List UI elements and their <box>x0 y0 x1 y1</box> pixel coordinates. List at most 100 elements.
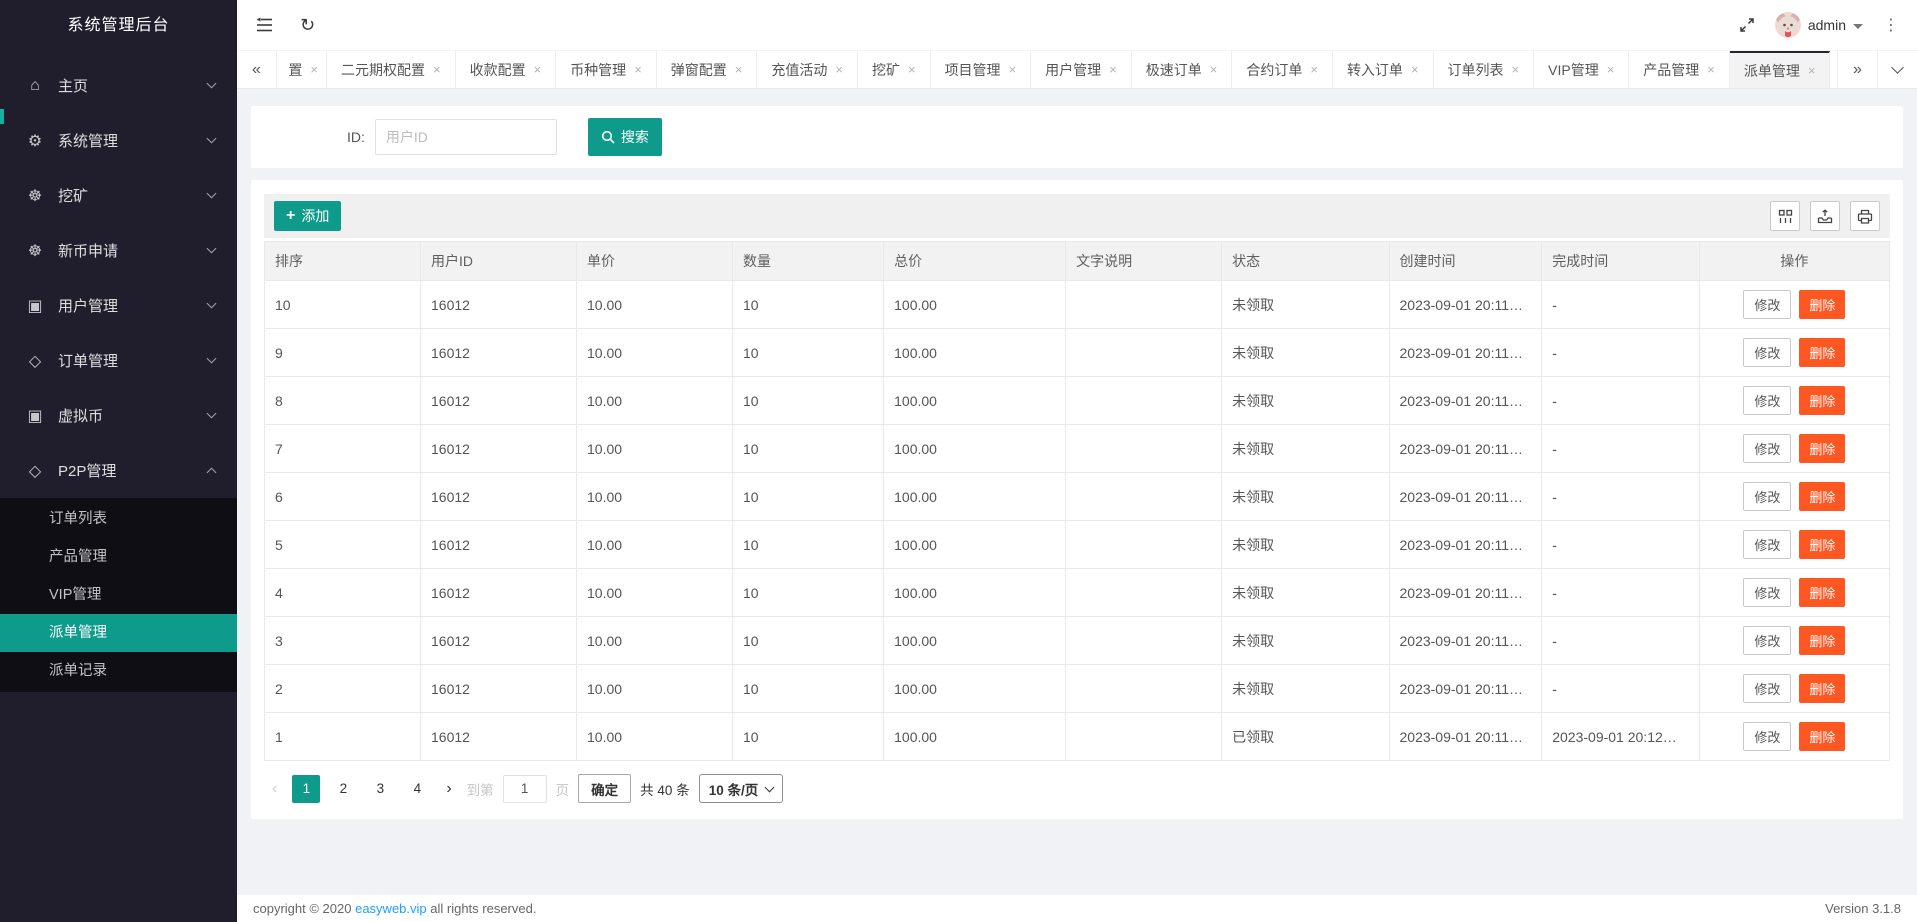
page-next-icon[interactable]: › <box>440 780 457 798</box>
close-tab-icon[interactable]: × <box>1210 62 1218 77</box>
sidebar-item-P2P管理[interactable]: ◇P2P管理 <box>0 443 237 498</box>
sidebar-item-挖矿[interactable]: ☸挖矿 <box>0 168 237 223</box>
collapse-sidebar-icon[interactable] <box>255 17 274 33</box>
submenu-item-VIP管理[interactable]: VIP管理 <box>0 576 237 614</box>
edit-button[interactable]: 修改 <box>1743 722 1791 751</box>
goto-page-input[interactable] <box>503 775 547 803</box>
tab-收款配置[interactable]: 收款配置× <box>456 51 557 88</box>
sidebar-item-新币申请[interactable]: ☸新币申请 <box>0 223 237 278</box>
print-icon[interactable] <box>1850 201 1880 231</box>
cell <box>1066 425 1222 473</box>
edit-button[interactable]: 修改 <box>1743 386 1791 415</box>
tab-弹窗配置[interactable]: 弹窗配置× <box>657 51 758 88</box>
tab-币种管理[interactable]: 币种管理× <box>556 51 657 88</box>
cell: 16012 <box>421 425 577 473</box>
page-number-2[interactable]: 2 <box>329 775 357 803</box>
export-icon[interactable] <box>1810 201 1840 231</box>
cell: 6 <box>265 473 421 521</box>
add-button[interactable]: + 添加 <box>274 201 341 231</box>
sidebar-item-用户管理[interactable]: ▣用户管理 <box>0 278 237 333</box>
edit-button[interactable]: 修改 <box>1743 338 1791 367</box>
close-tab-icon[interactable]: × <box>310 62 318 77</box>
delete-button[interactable]: 删除 <box>1799 290 1845 319</box>
search-button[interactable]: 搜索 <box>588 118 662 156</box>
edit-button[interactable]: 修改 <box>1743 578 1791 607</box>
close-tab-icon[interactable]: × <box>1607 62 1615 77</box>
tab-合约订单[interactable]: 合约订单× <box>1232 51 1333 88</box>
delete-button[interactable]: 删除 <box>1799 722 1845 751</box>
close-tab-icon[interactable]: × <box>1808 63 1816 78</box>
cell: 未领取 <box>1222 473 1389 521</box>
sidebar-item-系统管理[interactable]: ⚙系统管理 <box>0 113 237 168</box>
close-tab-icon[interactable]: × <box>634 62 642 77</box>
page-number-1[interactable]: 1 <box>292 775 320 803</box>
topbar: ↻ admin <box>237 0 1917 50</box>
close-tab-icon[interactable]: × <box>735 62 743 77</box>
per-page-select[interactable]: 10 条/页 <box>699 774 784 803</box>
tab-产品管理[interactable]: 产品管理× <box>1629 51 1730 88</box>
tab-置[interactable]: 置× <box>277 51 327 88</box>
page-number-4[interactable]: 4 <box>403 775 431 803</box>
close-tab-icon[interactable]: × <box>1310 62 1318 77</box>
delete-button[interactable]: 删除 <box>1799 674 1845 703</box>
cell: 100.00 <box>884 377 1066 425</box>
cell: 100.00 <box>884 617 1066 665</box>
submenu-item-派单管理[interactable]: 派单管理 <box>0 614 237 652</box>
sidebar-item-主页[interactable]: ⌂主页 <box>0 58 237 113</box>
edit-button[interactable]: 修改 <box>1743 674 1791 703</box>
tab-极速订单[interactable]: 极速订单× <box>1132 51 1233 88</box>
more-menu-icon[interactable]: ⋮ <box>1883 15 1899 35</box>
easyweb-link[interactable]: easyweb.vip <box>355 901 427 916</box>
close-tab-icon[interactable]: × <box>1512 62 1520 77</box>
tab-派单管理[interactable]: 派单管理× <box>1730 51 1831 88</box>
sidebar-item-虚拟币[interactable]: ▣虚拟币 <box>0 388 237 443</box>
delete-button[interactable]: 删除 <box>1799 386 1845 415</box>
home-icon: ⌂ <box>25 77 45 95</box>
tab-项目管理[interactable]: 项目管理× <box>931 51 1032 88</box>
delete-button[interactable]: 删除 <box>1799 482 1845 511</box>
close-tab-icon[interactable]: × <box>1411 62 1419 77</box>
tab-挖矿[interactable]: 挖矿× <box>858 51 931 88</box>
cell-actions: 修改删除 <box>1699 281 1889 329</box>
close-tab-icon[interactable]: × <box>835 62 843 77</box>
close-tab-icon[interactable]: × <box>433 62 441 77</box>
refresh-icon[interactable]: ↻ <box>300 15 315 36</box>
close-tab-icon[interactable]: × <box>1009 62 1017 77</box>
tabs-scroll-right-icon[interactable]: » <box>1837 51 1877 88</box>
edit-button[interactable]: 修改 <box>1743 434 1791 463</box>
edit-button[interactable]: 修改 <box>1743 290 1791 319</box>
delete-button[interactable]: 删除 <box>1799 530 1845 559</box>
search-input[interactable] <box>375 119 557 155</box>
delete-button[interactable]: 删除 <box>1799 434 1845 463</box>
tab-转入订单[interactable]: 转入订单× <box>1333 51 1434 88</box>
tab-二元期权配置[interactable]: 二元期权配置× <box>327 51 456 88</box>
edit-button[interactable]: 修改 <box>1743 482 1791 511</box>
tabs-scroll-left-icon[interactable]: « <box>237 51 277 88</box>
close-tab-icon[interactable]: × <box>908 62 916 77</box>
tab-用户管理[interactable]: 用户管理× <box>1031 51 1132 88</box>
sidebar-scrollbar-thumb[interactable] <box>0 109 4 124</box>
edit-button[interactable]: 修改 <box>1743 626 1791 655</box>
submenu-item-订单列表[interactable]: 订单列表 <box>0 500 237 538</box>
close-tab-icon[interactable]: × <box>1109 62 1117 77</box>
tabs-dropdown-icon[interactable] <box>1877 51 1917 88</box>
version-text: Version 3.1.8 <box>1825 901 1901 916</box>
tab-VIP管理[interactable]: VIP管理× <box>1534 51 1629 88</box>
fullscreen-icon[interactable] <box>1739 17 1755 33</box>
page-number-3[interactable]: 3 <box>366 775 394 803</box>
goto-confirm-button[interactable]: 确定 <box>578 774 631 803</box>
tab-订单列表[interactable]: 订单列表× <box>1434 51 1535 88</box>
user-menu[interactable]: admin <box>1775 12 1863 38</box>
close-tab-icon[interactable]: × <box>1707 62 1715 77</box>
submenu-item-派单记录[interactable]: 派单记录 <box>0 652 237 690</box>
submenu-item-产品管理[interactable]: 产品管理 <box>0 538 237 576</box>
sidebar-item-订单管理[interactable]: ◇订单管理 <box>0 333 237 388</box>
delete-button[interactable]: 删除 <box>1799 626 1845 655</box>
delete-button[interactable]: 删除 <box>1799 578 1845 607</box>
tab-充值活动[interactable]: 充值活动× <box>757 51 858 88</box>
page-prev-icon[interactable]: ‹ <box>266 780 283 798</box>
columns-filter-icon[interactable] <box>1770 201 1800 231</box>
delete-button[interactable]: 删除 <box>1799 338 1845 367</box>
close-tab-icon[interactable]: × <box>534 62 542 77</box>
edit-button[interactable]: 修改 <box>1743 530 1791 559</box>
